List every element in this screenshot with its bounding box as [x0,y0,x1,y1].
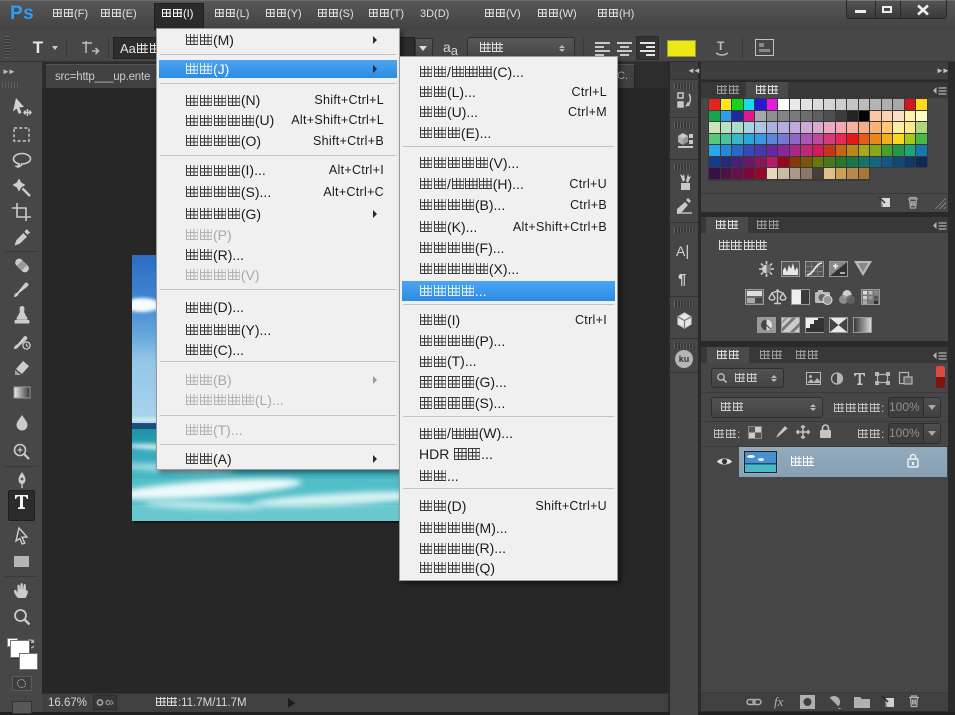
svg-text:T: T [717,39,725,53]
